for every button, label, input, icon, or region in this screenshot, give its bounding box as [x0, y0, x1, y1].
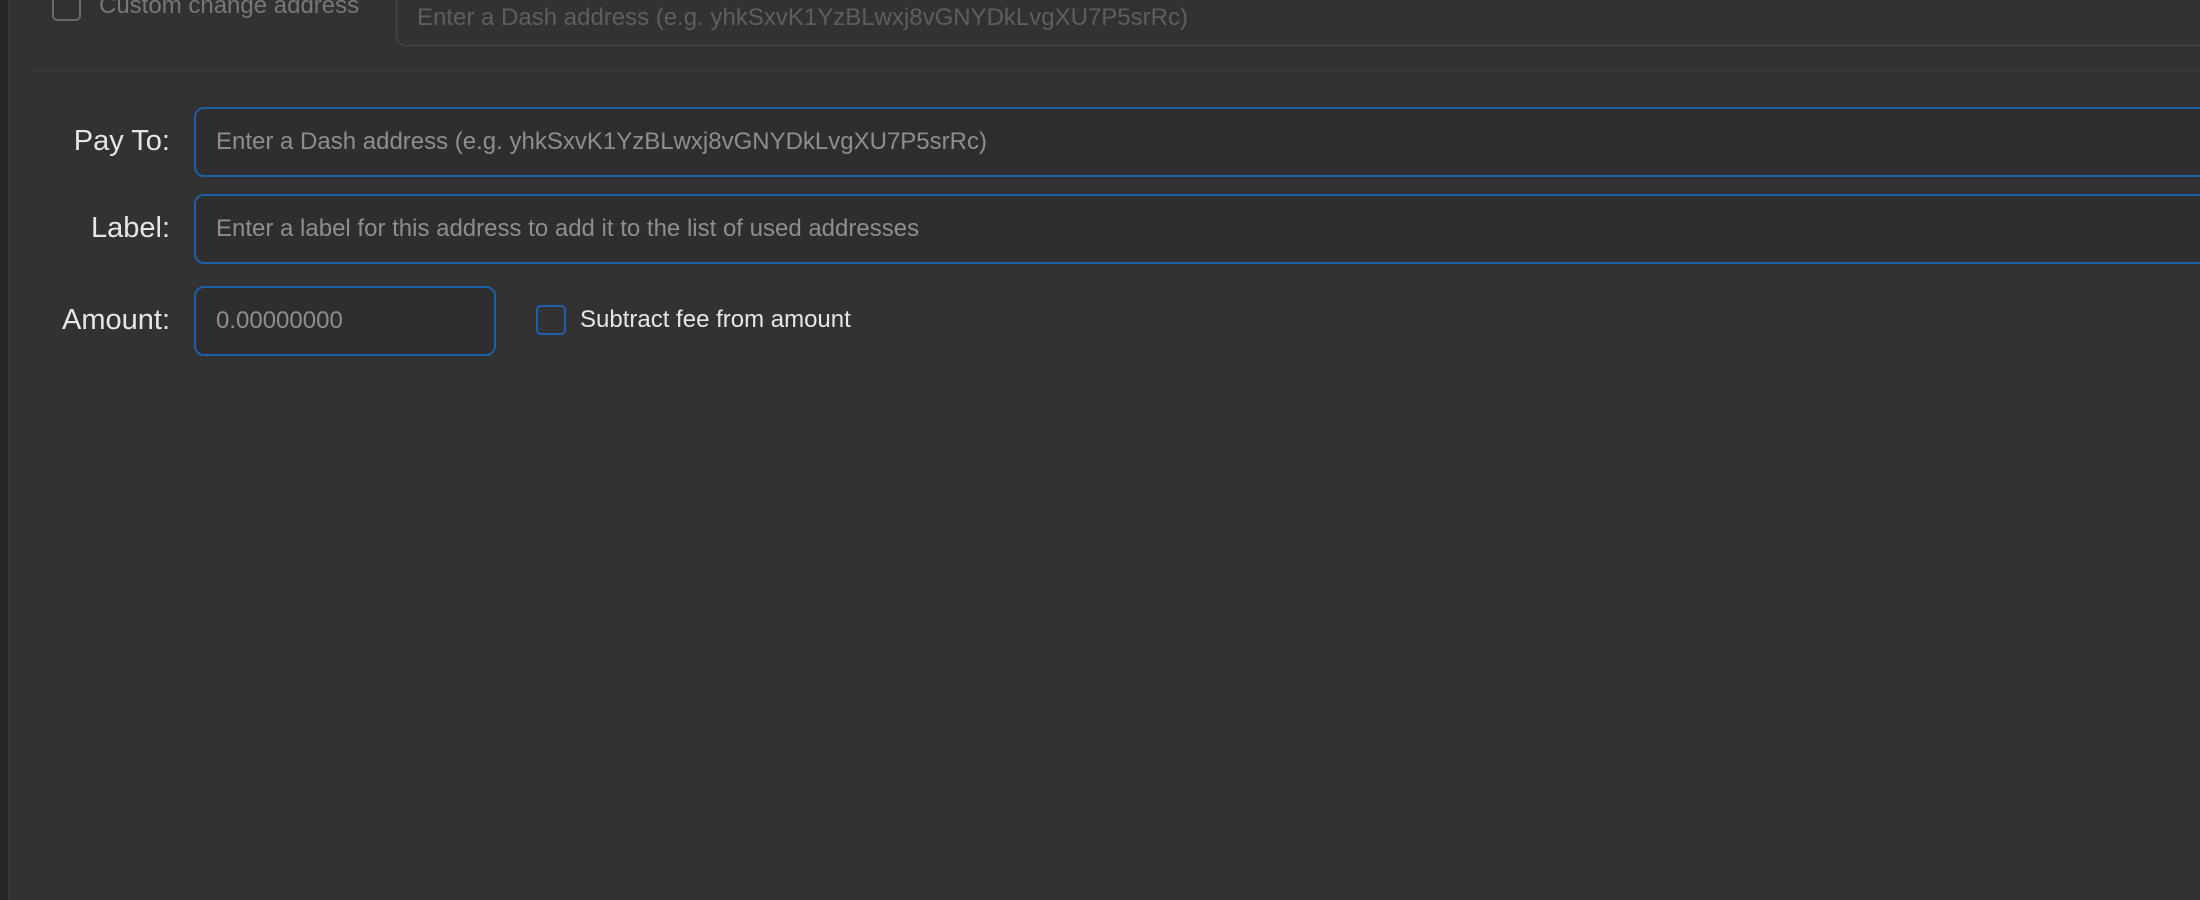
custom-change-row: Custom change address [52, 0, 359, 28]
custom-change-label: Custom change address [99, 0, 360, 19]
label-label: Label: [90, 212, 170, 244]
subtract-fee-checkbox[interactable] [536, 305, 566, 335]
section-divider [32, 70, 2200, 71]
amount-placeholder: 0.00000000 [216, 307, 343, 334]
send-coins-window: Custom change address Enter a Dash addre… [0, 0, 2200, 900]
label-placeholder: Enter a label for this address to add it… [216, 215, 920, 242]
custom-change-checkbox[interactable] [52, 0, 81, 21]
custom-change-address-placeholder: Enter a Dash address (e.g. yhkSxvK1YzBLw… [417, 4, 1188, 31]
subtract-fee-label: Subtract fee from amount [580, 306, 851, 333]
amount-label: Amount: [62, 304, 170, 336]
amount-input[interactable]: 0.00000000 [194, 286, 496, 356]
pay-to-placeholder: Enter a Dash address (e.g. yhkSxvK1YzBLw… [216, 128, 987, 155]
pay-to-label: Pay To: [73, 125, 170, 157]
custom-change-address-input[interactable]: Enter a Dash address (e.g. yhkSxvK1YzBLw… [396, 0, 2200, 46]
pay-to-input[interactable]: Enter a Dash address (e.g. yhkSxvK1YzBLw… [194, 107, 2200, 177]
subtract-fee-row: Subtract fee from amount [536, 305, 851, 335]
label-input[interactable]: Enter a label for this address to add it… [194, 194, 2200, 264]
